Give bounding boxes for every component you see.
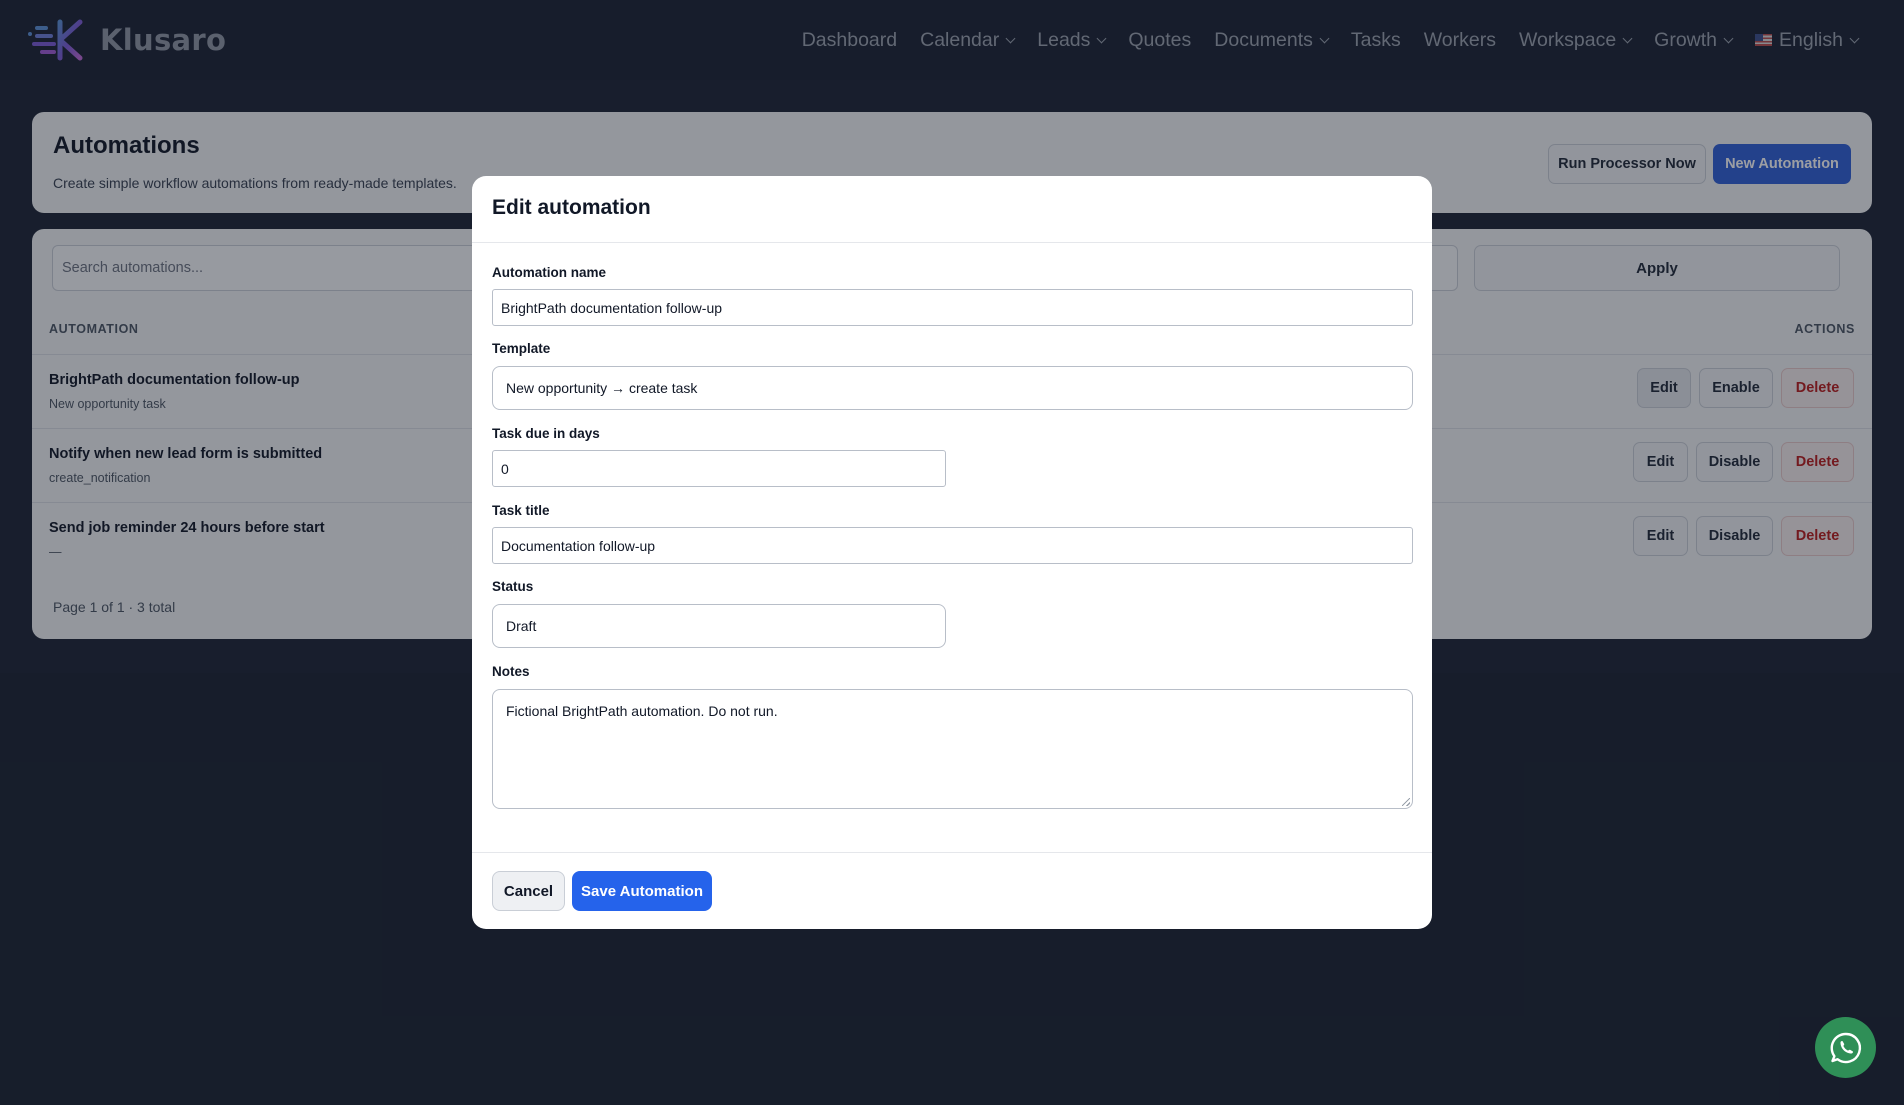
edit-automation-modal: Edit automation Automation name Template… (472, 176, 1432, 929)
notes-label: Notes (492, 664, 530, 679)
cancel-button[interactable]: Cancel (492, 871, 565, 911)
divider (472, 852, 1432, 853)
task-title-field[interactable] (492, 527, 1413, 564)
template-select[interactable]: New opportunity → create task (492, 366, 1413, 410)
whatsapp-button[interactable] (1815, 1017, 1876, 1078)
whatsapp-icon (1830, 1032, 1861, 1063)
modal-title: Edit automation (492, 196, 651, 219)
automation-name-label: Automation name (492, 265, 607, 280)
notes-textarea[interactable]: Fictional BrightPath automation. Do not … (492, 689, 1413, 809)
template-selected-value: New opportunity → create task (506, 380, 698, 396)
task-title-label: Task title (492, 503, 550, 518)
notes-wrapper: Fictional BrightPath automation. Do not … (492, 689, 1413, 809)
task-due-label: Task due in days (492, 426, 600, 441)
automation-name-field[interactable] (492, 289, 1413, 326)
save-automation-button[interactable]: Save Automation (572, 871, 712, 911)
template-label: Template (492, 341, 551, 356)
divider (472, 242, 1432, 243)
task-due-days-field[interactable] (492, 450, 946, 487)
status-selected-value: Draft (506, 618, 537, 634)
resize-handle-icon[interactable] (1402, 798, 1410, 806)
status-select[interactable]: Draft (492, 604, 946, 648)
status-label: Status (492, 579, 534, 594)
